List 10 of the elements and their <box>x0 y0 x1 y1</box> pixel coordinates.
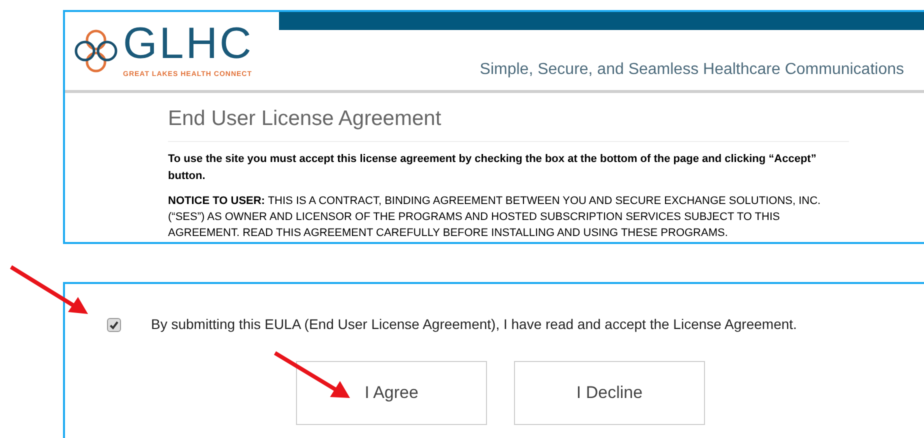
checkbox[interactable] <box>107 318 121 332</box>
action-button[interactable]: I Agree <box>296 361 487 425</box>
tagline: Simple, Secure, and Seamless Healthcare Communications <box>480 60 904 80</box>
logo-icon <box>73 28 119 74</box>
action-button[interactable]: I Decline <box>514 361 705 425</box>
acceptance-label: By submitting this EULA (End User License Agreement), I have read and accept the License Agreement. <box>151 315 797 334</box>
logo-text: GLHC <box>123 22 254 66</box>
page-title: End User License Agreement <box>168 103 849 142</box>
intro-text: To use the site you must accept this license agreement by checking the box at the bottom of the page and clicking “Accept” button. <box>168 152 818 184</box>
notice-text: NOTICE TO USER: THIS IS A CONTRACT, BINDING AGREEMENT BETWEEN YOU AND SECURE EXCHANGE SOLUTIONS, INC. (“SES”) AS OWNER AND LICENSOR OF THE PROGRAMS AND HOSTED SUBSCRIPTION SERVICES SUBJECT TO THIS AGREEMENT. READ THIS AGREEMENT CAREFULLY BEFORE INSTALLING AND USING THESE PROGRAMS. <box>168 194 822 240</box>
